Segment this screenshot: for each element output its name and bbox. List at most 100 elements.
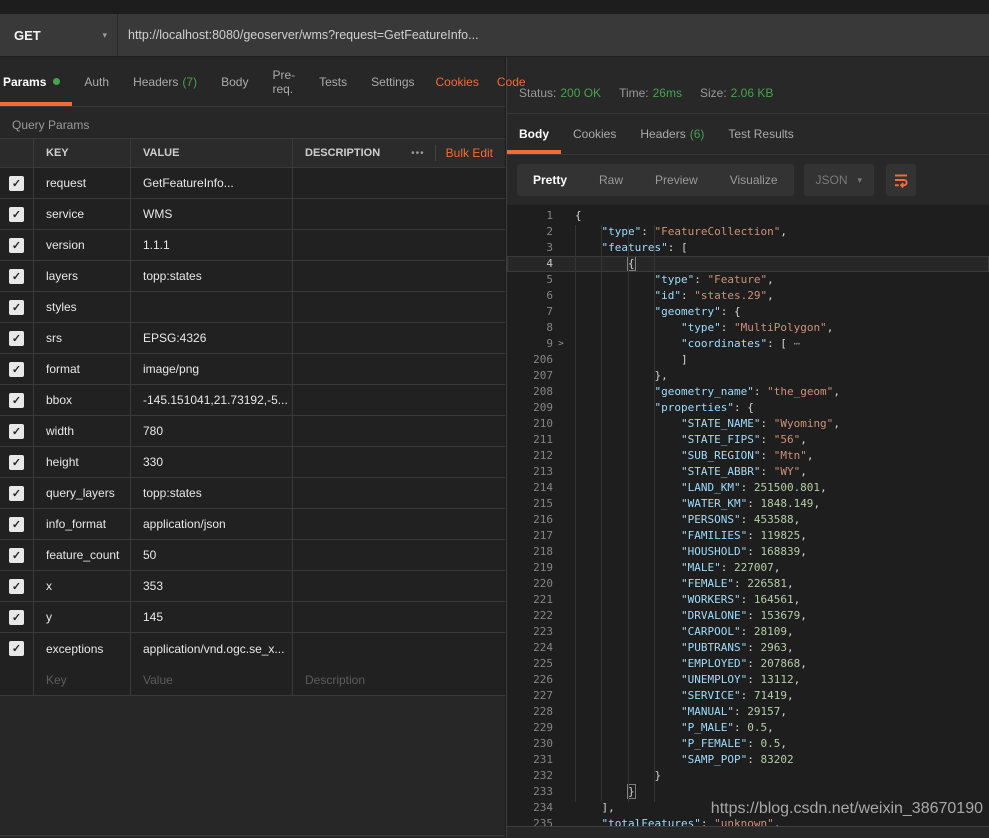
param-description-cell[interactable]	[292, 354, 505, 384]
param-key-cell[interactable]: width	[33, 416, 130, 446]
param-value-cell[interactable]: topp:states	[130, 478, 292, 508]
param-key-cell[interactable]: format	[33, 354, 130, 384]
tab-tests[interactable]: Tests	[307, 57, 359, 106]
response-tab-body[interactable]: Body	[507, 114, 561, 154]
param-value-cell[interactable]: application/vnd.ogc.se_x...	[130, 633, 292, 664]
row-checkbox[interactable]: ✓	[9, 424, 24, 439]
param-key-cell[interactable]: service	[33, 199, 130, 229]
param-value-cell[interactable]: application/json	[130, 509, 292, 539]
param-key-cell[interactable]: height	[33, 447, 130, 477]
param-description-cell[interactable]	[292, 509, 505, 539]
param-value-cell[interactable]: image/png	[130, 354, 292, 384]
param-key-cell[interactable]: styles	[33, 292, 130, 322]
param-value-cell[interactable]: 780	[130, 416, 292, 446]
cookies-link[interactable]: Cookies	[427, 75, 488, 89]
fold-column	[553, 480, 569, 496]
param-description-cell[interactable]	[292, 199, 505, 229]
method-dropdown[interactable]: GET ▾	[0, 14, 118, 56]
json-number: 83202	[760, 753, 793, 766]
response-body-code[interactable]: 1{2 "type": "FeatureCollection",3 "featu…	[507, 205, 989, 826]
fold-column	[553, 800, 569, 816]
row-checkbox[interactable]: ✓	[9, 393, 24, 408]
param-value-cell[interactable]: GetFeatureInfo...	[130, 168, 292, 198]
param-value-cell[interactable]: 50	[130, 540, 292, 570]
param-value-cell[interactable]: 145	[130, 602, 292, 632]
param-value-cell[interactable]: WMS	[130, 199, 292, 229]
param-description-cell[interactable]	[292, 230, 505, 260]
placeholder-key-field[interactable]: Key	[33, 664, 130, 695]
param-key-cell[interactable]: request	[33, 168, 130, 198]
row-checkbox[interactable]: ✓	[9, 362, 24, 377]
row-checkbox[interactable]: ✓	[9, 331, 24, 346]
bulk-edit-button[interactable]: Bulk Edit	[446, 146, 493, 160]
placeholder-description-field[interactable]: Description	[292, 664, 505, 695]
row-checkbox[interactable]: ✓	[9, 269, 24, 284]
row-checkbox[interactable]: ✓	[9, 207, 24, 222]
param-key-cell[interactable]: query_layers	[33, 478, 130, 508]
placeholder-value-field[interactable]: Value	[130, 664, 292, 695]
param-description-cell[interactable]	[292, 447, 505, 477]
param-description-cell[interactable]	[292, 478, 505, 508]
tab-params[interactable]: Params	[0, 57, 72, 106]
row-checkbox[interactable]: ✓	[9, 610, 24, 625]
response-tab-headers[interactable]: Headers(6)	[628, 114, 716, 154]
param-description-cell[interactable]	[292, 261, 505, 291]
row-checkbox[interactable]: ✓	[9, 548, 24, 563]
tab-auth[interactable]: Auth	[72, 57, 121, 106]
param-description-cell[interactable]	[292, 633, 505, 664]
view-tab-raw[interactable]: Raw	[583, 164, 639, 196]
json-key: "WATER_KM"	[681, 497, 747, 510]
param-description-cell[interactable]	[292, 168, 505, 198]
param-value-cell[interactable]: 330	[130, 447, 292, 477]
row-checkbox[interactable]: ✓	[9, 238, 24, 253]
param-description-cell[interactable]	[292, 540, 505, 570]
view-tab-preview[interactable]: Preview	[639, 164, 714, 196]
param-key-cell[interactable]: version	[33, 230, 130, 260]
format-select[interactable]: JSON ▾	[804, 164, 875, 196]
param-value-cell[interactable]: 353	[130, 571, 292, 601]
param-description-cell[interactable]	[292, 602, 505, 632]
tab-pre-req-[interactable]: Pre-req.	[260, 57, 307, 106]
param-key-cell[interactable]: exceptions	[33, 633, 130, 664]
json-string: "unknown"	[714, 817, 774, 826]
param-value-cell[interactable]: -145.151041,21.73192,-5...	[130, 385, 292, 415]
param-description-cell[interactable]	[292, 323, 505, 353]
row-checkbox[interactable]: ✓	[9, 455, 24, 470]
word-wrap-button[interactable]	[886, 164, 916, 196]
tab-headers[interactable]: Headers(7)	[121, 57, 209, 106]
param-value-cell[interactable]: topp:states	[130, 261, 292, 291]
param-key-cell[interactable]: y	[33, 602, 130, 632]
row-checkbox[interactable]: ✓	[9, 300, 24, 315]
url-input[interactable]: http://localhost:8080/geoserver/wms?requ…	[118, 14, 989, 56]
json-punct: ,	[820, 481, 827, 494]
param-description-cell[interactable]	[292, 385, 505, 415]
param-key-cell[interactable]: feature_count	[33, 540, 130, 570]
response-tab-cookies[interactable]: Cookies	[561, 114, 628, 154]
row-checkbox[interactable]: ✓	[9, 517, 24, 532]
param-key-cell[interactable]: x	[33, 571, 130, 601]
fold-chevron-icon[interactable]: >	[553, 336, 569, 352]
param-value-cell[interactable]: EPSG:4326	[130, 323, 292, 353]
status-value: 200 OK	[560, 86, 601, 100]
view-tab-visualize[interactable]: Visualize	[714, 164, 794, 196]
row-checkbox[interactable]: ✓	[9, 176, 24, 191]
tab-settings[interactable]: Settings	[359, 57, 426, 106]
response-tab-test-results[interactable]: Test Results	[716, 114, 805, 154]
param-value-cell[interactable]	[130, 292, 292, 322]
param-key-cell[interactable]: info_format	[33, 509, 130, 539]
row-checkbox[interactable]: ✓	[9, 486, 24, 501]
param-key-cell[interactable]: bbox	[33, 385, 130, 415]
row-checkbox[interactable]: ✓	[9, 641, 24, 656]
tab-body[interactable]: Body	[209, 57, 260, 106]
view-tab-pretty[interactable]: Pretty	[517, 164, 583, 196]
param-description-cell[interactable]	[292, 292, 505, 322]
code-link[interactable]: Code	[488, 75, 535, 89]
param-description-cell[interactable]	[292, 571, 505, 601]
param-description-cell[interactable]	[292, 416, 505, 446]
param-key-cell[interactable]: srs	[33, 323, 130, 353]
param-key-cell[interactable]: layers	[33, 261, 130, 291]
more-options-icon[interactable]: •••	[401, 148, 435, 159]
param-value-cell[interactable]: 1.1.1	[130, 230, 292, 260]
row-checkbox[interactable]: ✓	[9, 579, 24, 594]
json-string: "MultiPolygon"	[734, 321, 827, 334]
